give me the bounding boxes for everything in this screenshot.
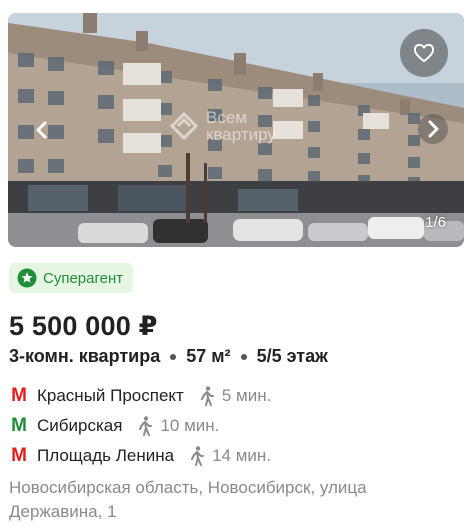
watermark-text: Всем квартиру <box>206 108 276 144</box>
price: 5 500 000 ₽ <box>9 311 158 341</box>
walk-minutes: 5 мин. <box>221 386 272 405</box>
rooms-type: 3-комн. квартира <box>9 346 161 366</box>
superagent-badge: Суперагент <box>9 263 134 293</box>
address: Новосибирская область, Новосибирск, улиц… <box>9 478 367 521</box>
metro-icon: M <box>11 415 27 436</box>
apartment-details: 3-комн. квартира 57 м² 5/5 этаж <box>9 346 328 367</box>
watermark: Всем квартиру <box>168 109 304 143</box>
walk-time: 14 мин. <box>190 446 271 466</box>
favorite-button[interactable] <box>400 29 448 77</box>
listing-card[interactable]: Всем квартиру 1/6 Суперагент 5 500 000 ₽ <box>0 0 474 532</box>
next-photo-button[interactable] <box>418 114 448 144</box>
walk-time: 10 мин. <box>138 416 219 436</box>
walk-minutes: 10 мин. <box>160 416 220 435</box>
star-circle-icon <box>17 268 37 288</box>
metro-icon: M <box>11 445 27 466</box>
metro-station: Площадь Ленина <box>37 446 175 465</box>
separator-dot <box>240 353 247 360</box>
heart-outline-icon <box>413 43 435 63</box>
separator-dot <box>170 353 177 360</box>
photo-carousel[interactable]: Всем квартиру 1/6 <box>8 13 464 247</box>
watermark-logo-icon <box>169 111 199 141</box>
badge-label: Суперагент <box>43 269 124 287</box>
metro-row: M Площадь Ленина 14 мин. <box>9 444 271 468</box>
walk-minutes: 14 мин. <box>212 446 271 465</box>
metro-row: M Сибирская 10 мин. <box>9 414 219 438</box>
area: 57 м² <box>186 346 231 366</box>
photo-counter: 1/6 <box>425 214 446 231</box>
metro-icon: M <box>11 385 27 406</box>
pedestrian-icon <box>139 416 153 436</box>
floor: 5/5 этаж <box>256 346 328 366</box>
metro-station: Сибирская <box>37 416 123 435</box>
metro-station: Красный Проспект <box>37 386 184 405</box>
chevron-left-icon <box>36 121 47 139</box>
walk-time: 5 мин. <box>200 386 271 406</box>
metro-row: M Красный Проспект 5 мин. <box>9 384 271 408</box>
pedestrian-icon <box>200 386 214 406</box>
pedestrian-icon <box>191 446 205 466</box>
chevron-right-icon <box>428 120 439 138</box>
prev-photo-button[interactable] <box>26 114 58 146</box>
